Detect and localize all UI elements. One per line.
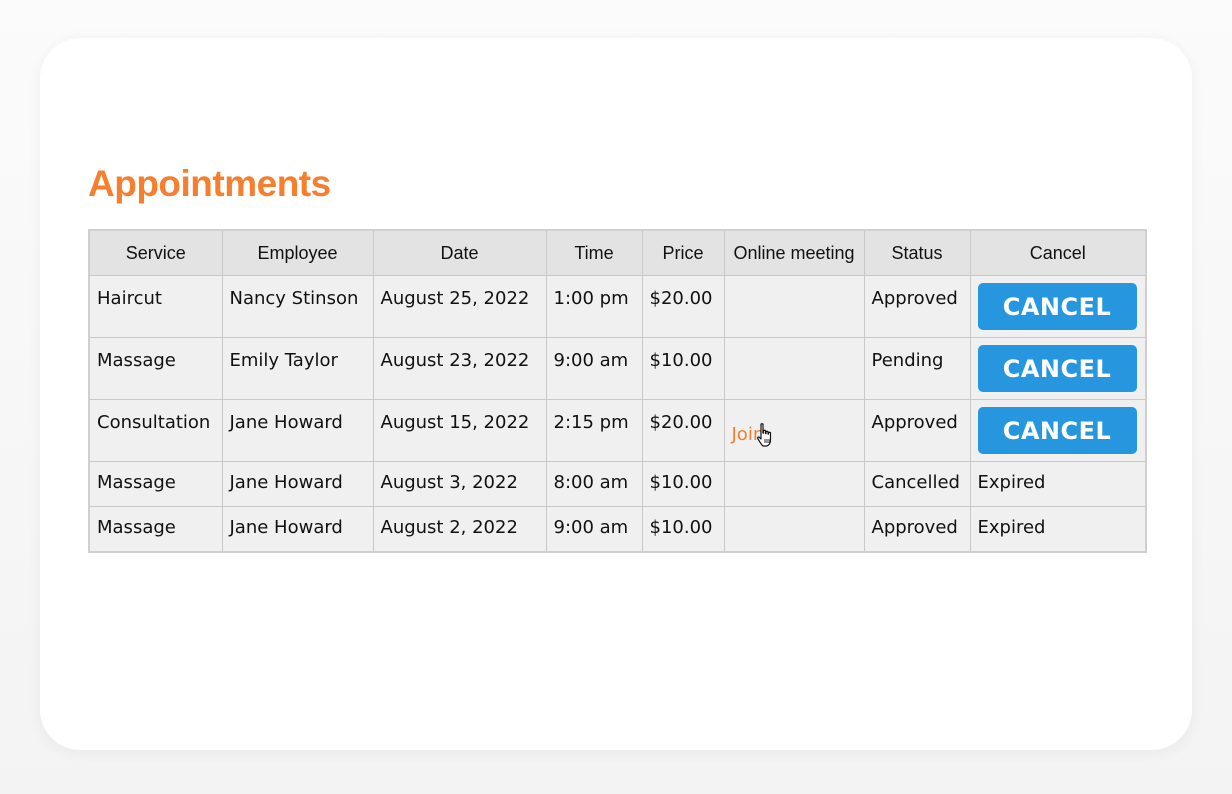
cancel-button[interactable]: CANCEL: [977, 407, 1137, 454]
hand-pointer-icon: [757, 423, 772, 447]
cell-price: $20.00: [641, 399, 725, 462]
table-row: Massage Emily Taylor August 23, 2022 9:0…: [88, 337, 1147, 400]
cell-service: Consultation: [88, 399, 223, 462]
cell-service: Massage: [88, 337, 223, 400]
column-header-cancel: Cancel: [969, 229, 1147, 276]
cell-date: August 3, 2022: [372, 461, 547, 507]
column-header-online-meeting: Online meeting: [723, 229, 865, 276]
cell-cancel: Expired: [969, 506, 1147, 553]
cell-time: 8:00 am: [545, 461, 643, 507]
column-header-status: Status: [863, 229, 971, 276]
cell-time: 9:00 am: [545, 506, 643, 553]
cell-date: August 15, 2022: [372, 399, 547, 462]
cell-cancel: CANCEL: [969, 399, 1147, 462]
expired-label: Expired: [977, 517, 1046, 538]
cell-online-meeting: [723, 275, 865, 338]
column-header-time: Time: [545, 229, 643, 276]
cell-employee: Jane Howard: [221, 399, 374, 462]
cell-cancel: CANCEL: [969, 337, 1147, 400]
cell-time: 9:00 am: [545, 337, 643, 400]
cell-date: August 25, 2022: [372, 275, 547, 338]
cell-price: $10.00: [641, 461, 725, 507]
column-header-service: Service: [88, 229, 223, 276]
cell-service: Haircut: [88, 275, 223, 338]
table-header-row: Service Employee Date Time Price Online …: [88, 229, 1147, 276]
cell-date: August 2, 2022: [372, 506, 547, 553]
column-header-date: Date: [372, 229, 547, 276]
cell-time: 1:00 pm: [545, 275, 643, 338]
column-header-employee: Employee: [221, 229, 374, 276]
cell-employee: Jane Howard: [221, 506, 374, 553]
cancel-button[interactable]: CANCEL: [977, 345, 1137, 392]
cell-price: $10.00: [641, 337, 725, 400]
cell-price: $10.00: [641, 506, 725, 553]
cell-employee: Nancy Stinson: [221, 275, 374, 338]
cell-status: Approved: [863, 506, 971, 553]
cell-online-meeting: [723, 506, 865, 553]
cancel-button[interactable]: CANCEL: [977, 283, 1137, 330]
cell-cancel: CANCEL: [969, 275, 1147, 338]
cell-status: Approved: [863, 399, 971, 462]
cell-price: $20.00: [641, 275, 725, 338]
column-header-price: Price: [641, 229, 725, 276]
cell-status: Cancelled: [863, 461, 971, 507]
appointments-table: Service Employee Date Time Price Online …: [88, 229, 1147, 553]
table-row: Massage Jane Howard August 2, 2022 9:00 …: [88, 506, 1147, 553]
page-title: Appointments: [88, 163, 331, 204]
expired-label: Expired: [977, 472, 1046, 493]
cell-date: August 23, 2022: [372, 337, 547, 400]
cell-status: Approved: [863, 275, 971, 338]
cell-service: Massage: [88, 506, 223, 553]
cell-online-meeting: Join: [723, 399, 865, 462]
cell-cancel: Expired: [969, 461, 1147, 507]
cell-online-meeting: [723, 337, 865, 400]
table-row: Haircut Nancy Stinson August 25, 2022 1:…: [88, 275, 1147, 338]
cell-service: Massage: [88, 461, 223, 507]
cell-employee: Emily Taylor: [221, 337, 374, 400]
table-row: Consultation Jane Howard August 15, 2022…: [88, 399, 1147, 462]
cell-status: Pending: [863, 337, 971, 400]
cell-employee: Jane Howard: [221, 461, 374, 507]
cell-online-meeting: [723, 461, 865, 507]
cell-time: 2:15 pm: [545, 399, 643, 462]
table-row: Massage Jane Howard August 3, 2022 8:00 …: [88, 461, 1147, 507]
